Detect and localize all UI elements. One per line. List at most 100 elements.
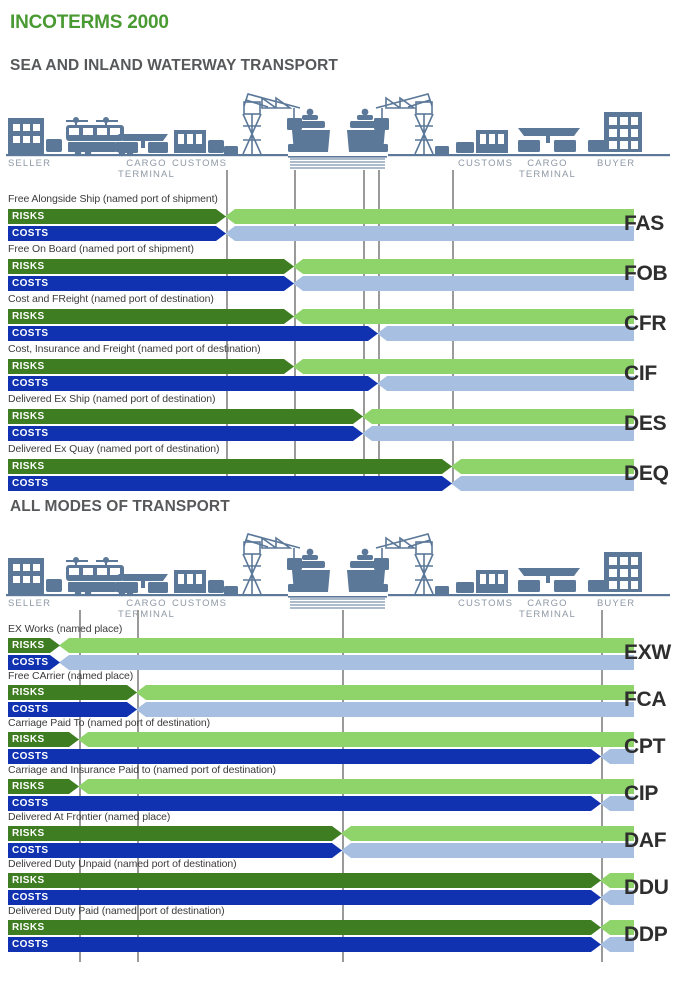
risks-bar: RISKS xyxy=(8,309,634,324)
buyer-risk-segment xyxy=(341,826,634,841)
scene-label: CUSTOMS xyxy=(458,158,514,169)
customs-icon xyxy=(174,570,224,593)
train-icon xyxy=(66,557,124,581)
incoterm-code: DES xyxy=(624,412,667,435)
incoterm-code: CPT xyxy=(624,735,666,758)
buyer-risk-segment xyxy=(59,638,634,653)
incoterm-description: Delivered Ex Ship (named port of destina… xyxy=(8,393,216,405)
risks-bar: RISKS xyxy=(8,209,634,224)
seller-cost-segment xyxy=(8,890,601,905)
customs-icon-2 xyxy=(456,570,508,593)
incoterm-row: Delivered Duty Unpaid (named port of des… xyxy=(0,858,676,905)
buyer-building-icon xyxy=(588,552,642,592)
transport-scene-sea xyxy=(0,78,676,170)
scene-label: CUSTOMS xyxy=(172,598,228,609)
incoterm-code: DDP xyxy=(624,923,668,946)
costs-bar: COSTS xyxy=(8,749,634,764)
seller-risk-segment xyxy=(8,459,452,474)
seller-risk-segment xyxy=(8,309,294,324)
buyer-risk-segment xyxy=(78,732,634,747)
buyer-risk-segment xyxy=(136,685,634,700)
incoterm-description: Delivered Duty Unpaid (named port of des… xyxy=(8,858,237,870)
scene-label: CUSTOMS xyxy=(172,158,228,169)
buyer-cost-segment xyxy=(377,376,634,391)
incoterm-row: Free Alongside Ship (named port of shipm… xyxy=(0,193,676,243)
cargo-terminal-icon xyxy=(118,574,168,593)
costs-bar: COSTS xyxy=(8,655,634,670)
scene-label: CUSTOMS xyxy=(458,598,514,609)
buyer-risk-segment xyxy=(451,459,634,474)
risks-bar: RISKS xyxy=(8,873,634,888)
incoterm-description: Free On Board (named port of shipment) xyxy=(8,243,194,255)
costs-bar: COSTS xyxy=(8,890,634,905)
incoterm-row: Carriage and Insurance Paid to (named po… xyxy=(0,764,676,811)
risks-bar: RISKS xyxy=(8,638,634,653)
costs-bar: COSTS xyxy=(8,426,634,441)
customs-icon-2 xyxy=(456,130,508,153)
buyer-cost-segment xyxy=(377,326,634,341)
incoterm-description: Cost, Insurance and Freight (named port … xyxy=(8,343,261,355)
costs-bar: COSTS xyxy=(8,476,634,491)
incoterm-code: CIP xyxy=(624,782,659,805)
water-lines xyxy=(290,598,385,609)
seller-cost-segment xyxy=(8,655,60,670)
risks-bar: RISKS xyxy=(8,732,634,747)
incoterm-description: Delivered Ex Quay (named port of destina… xyxy=(8,443,220,455)
cargo-terminal-icon xyxy=(118,134,168,153)
train-icon xyxy=(66,117,124,141)
buyer-risk-segment xyxy=(78,779,634,794)
incoterm-code: CIF xyxy=(624,362,657,385)
incoterm-row: Free On Board (named port of shipment) RI… xyxy=(0,243,676,293)
incoterm-code: FOB xyxy=(624,262,668,285)
risks-bar: RISKS xyxy=(8,459,634,474)
seller-cost-segment xyxy=(8,749,601,764)
seller-risk-segment xyxy=(8,779,79,794)
incoterm-row: Delivered Duty Paid (named port of desti… xyxy=(0,905,676,952)
incoterms-infographic: INCOTERMS 2000 SEA AND INLAND WATERWAY T… xyxy=(0,0,676,1000)
buyer-cost-segment xyxy=(341,843,634,858)
scene-label: BUYER xyxy=(597,158,636,169)
seller-risk-segment xyxy=(8,209,226,224)
incoterm-description: Free CArrier (named place) xyxy=(8,670,134,682)
buyer-cost-segment xyxy=(225,226,634,241)
risks-bar: RISKS xyxy=(8,826,634,841)
scene-label: SELLER xyxy=(8,598,52,609)
buyer-risk-segment xyxy=(293,259,634,274)
costs-bar: COSTS xyxy=(8,326,634,341)
seller-cost-segment xyxy=(8,326,378,341)
customs-icon xyxy=(174,130,224,153)
incoterm-row: Carriage Paid To (named port of destinat… xyxy=(0,717,676,764)
costs-bar: COSTS xyxy=(8,226,634,241)
costs-bar: COSTS xyxy=(8,796,634,811)
incoterm-description: EX Works (named place) xyxy=(8,623,123,635)
costs-bar: COSTS xyxy=(8,937,634,952)
incoterm-description: Cost and FReight (named port of destinat… xyxy=(8,293,214,305)
seller-risk-segment xyxy=(8,359,294,374)
risks-bar: RISKS xyxy=(8,259,634,274)
seller-risk-segment xyxy=(8,409,363,424)
seller-risk-segment xyxy=(8,873,601,888)
risks-bar: RISKS xyxy=(8,920,634,935)
seller-risk-segment xyxy=(8,685,137,700)
scene-label: CARGO TERMINAL xyxy=(118,598,175,620)
buyer-risk-segment xyxy=(293,359,634,374)
scene-illustration-sea xyxy=(6,93,670,169)
incoterm-description: Delivered Duty Paid (named port of desti… xyxy=(8,905,225,917)
seller-cost-segment xyxy=(8,843,342,858)
scene-label: CARGO TERMINAL xyxy=(519,598,576,620)
incoterm-description: Carriage and Insurance Paid to (named po… xyxy=(8,764,276,776)
seller-risk-segment xyxy=(8,259,294,274)
incoterm-code: DAF xyxy=(624,829,667,852)
scene-label: CARGO TERMINAL xyxy=(519,158,576,180)
buyer-cost-segment xyxy=(362,426,634,441)
incoterm-row: Free CArrier (named place) RISKS COSTS FCA xyxy=(0,670,676,717)
incoterm-description: Carriage Paid To (named port of destinat… xyxy=(8,717,211,729)
incoterm-row: Delivered Ex Quay (named port of destina… xyxy=(0,443,676,493)
seller-cost-segment xyxy=(8,426,363,441)
seller-cost-segment xyxy=(8,702,137,717)
risks-bar: RISKS xyxy=(8,685,634,700)
seller-risk-segment xyxy=(8,732,79,747)
incoterm-code: FAS xyxy=(624,212,664,235)
buyer-cost-segment xyxy=(59,655,634,670)
seller-cost-segment xyxy=(8,937,601,952)
